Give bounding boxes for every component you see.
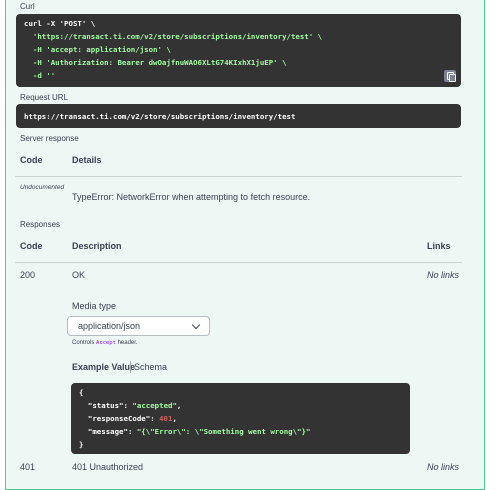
- json-line-1: {: [79, 388, 84, 397]
- responses-links-header: Links: [427, 241, 451, 251]
- response-links-200: No links: [427, 270, 460, 280]
- response-description-200: OK: [72, 270, 86, 280]
- curl-line-5: -d '': [24, 71, 56, 80]
- curl-code-block[interactable]: curl -X 'POST' \ 'https://transact.ti.co…: [16, 14, 461, 87]
- media-type-label: Media type: [72, 301, 117, 311]
- curl-line-3: -H 'accept: application/json' \: [24, 45, 171, 54]
- json-line-3: "responseCode": 401,: [87, 414, 177, 423]
- request-url-label: Request URL: [20, 93, 69, 102]
- tab-example-value[interactable]: Example Value: [72, 362, 135, 372]
- request-url-block[interactable]: https://transact.ti.com/v2/store/subscri…: [16, 104, 461, 128]
- server-response-details-header: Details: [72, 155, 102, 165]
- curl-line-1: curl -X 'POST' \: [24, 19, 96, 28]
- json-line-5: }: [79, 440, 84, 449]
- response-code-401: 401: [20, 462, 36, 472]
- responses-description-header: Description: [72, 241, 122, 251]
- server-response-code: Undocumented: [20, 184, 65, 191]
- response-description-401: 401 Unauthorized: [72, 462, 144, 472]
- curl-line-2: 'https://transact.ti.com/v2/store/subscr…: [24, 32, 323, 41]
- tab-schema[interactable]: Schema: [134, 362, 167, 372]
- responses-label: Responses: [20, 220, 61, 229]
- controls-accept-note: Controls Accept header.: [72, 340, 138, 346]
- response-code-200: 200: [20, 270, 36, 280]
- curl-label: Curl: [20, 2, 35, 11]
- json-line-4: "message": "{\"Error\": \"Something went…: [87, 427, 311, 436]
- divider: [15, 262, 462, 263]
- divider: [15, 176, 462, 177]
- copy-icon[interactable]: [444, 70, 456, 82]
- server-response-details: TypeError: NetworkError when attempting …: [72, 192, 311, 202]
- response-links-401: No links: [427, 462, 460, 472]
- media-type-value: application/json: [78, 321, 141, 331]
- example-json-block[interactable]: { "status": "accepted", "responseCode": …: [71, 383, 410, 454]
- request-url-value: https://transact.ti.com/v2/store/subscri…: [24, 112, 296, 121]
- responses-code-header: Code: [20, 241, 43, 251]
- server-response-code-header: Code: [20, 155, 43, 165]
- server-response-label: Server response: [20, 134, 79, 143]
- tab-divider: [130, 361, 131, 373]
- curl-line-4: -H 'Authorization: Bearer dwOajfnuWAO6XL…: [24, 58, 287, 67]
- chevron-down-icon: [191, 320, 201, 330]
- media-type-select[interactable]: application/json: [67, 316, 210, 336]
- json-line-2: "status": "accepted",: [87, 401, 182, 410]
